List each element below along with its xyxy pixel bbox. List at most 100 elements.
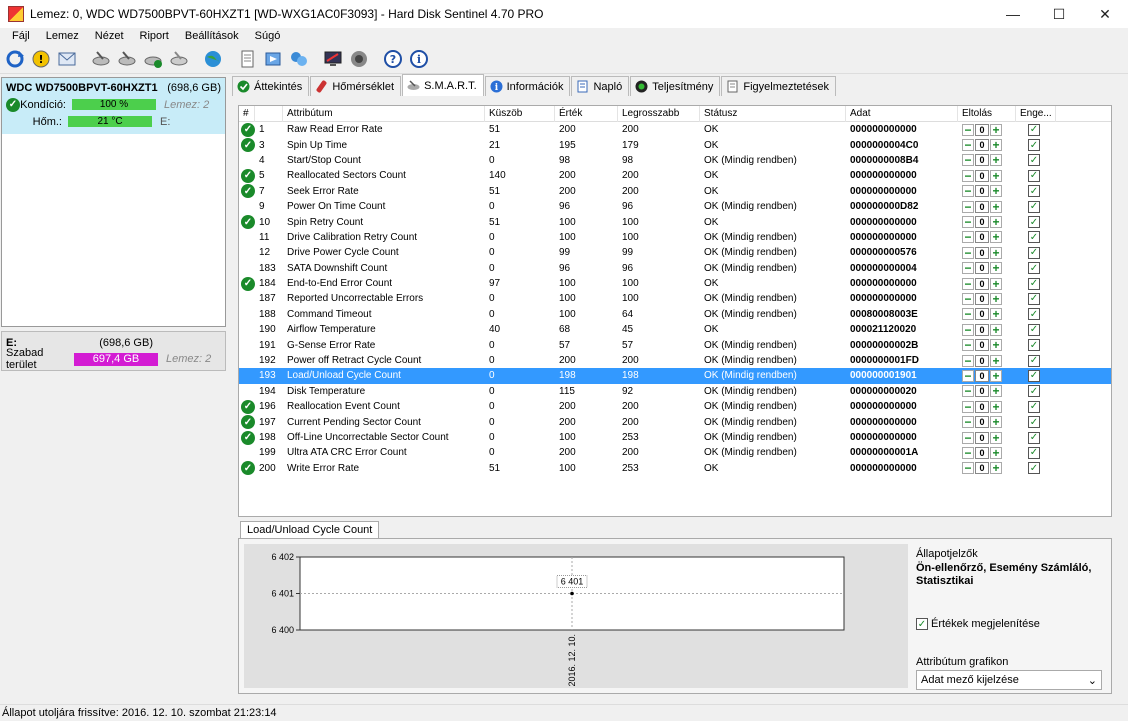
enable-checkbox[interactable]: ✓ bbox=[1028, 292, 1040, 305]
minus-icon[interactable]: − bbox=[962, 139, 974, 152]
offset-value[interactable]: 0 bbox=[975, 277, 989, 290]
offset-value[interactable]: 0 bbox=[975, 169, 989, 182]
minus-icon[interactable]: − bbox=[962, 123, 974, 136]
enable-checkbox[interactable]: ✓ bbox=[1028, 246, 1040, 259]
enable-checkbox[interactable]: ✓ bbox=[1028, 462, 1040, 475]
close-button[interactable]: ✕ bbox=[1082, 0, 1128, 28]
enable-checkbox[interactable]: ✓ bbox=[1028, 308, 1040, 321]
minus-icon[interactable]: − bbox=[962, 431, 974, 444]
minus-icon[interactable]: − bbox=[962, 185, 974, 198]
offset-value[interactable]: 0 bbox=[975, 416, 989, 429]
tab-smart[interactable]: S.M.A.R.T. bbox=[402, 74, 484, 96]
tab-performance[interactable]: Teljesítmény bbox=[630, 76, 721, 96]
refresh-icon[interactable] bbox=[3, 47, 27, 71]
plus-icon[interactable]: + bbox=[990, 262, 1002, 275]
minus-icon[interactable]: − bbox=[962, 400, 974, 413]
offset-value[interactable]: 0 bbox=[975, 446, 989, 459]
plus-icon[interactable]: + bbox=[990, 308, 1002, 321]
plus-icon[interactable]: + bbox=[990, 416, 1002, 429]
col-offset[interactable]: Eltolás bbox=[958, 106, 1016, 122]
col-value[interactable]: Érték bbox=[555, 106, 618, 122]
menu-view[interactable]: Nézet bbox=[87, 30, 132, 42]
minus-icon[interactable]: − bbox=[962, 292, 974, 305]
table-row[interactable]: ✓ 3 Spin Up Time 21 195 179 OK 0000000004C0 −0 + ✓ bbox=[239, 137, 1111, 153]
offset-value[interactable]: 0 bbox=[975, 323, 989, 336]
offset-value[interactable]: 0 bbox=[975, 308, 989, 321]
enable-checkbox[interactable]: ✓ bbox=[1028, 200, 1040, 213]
disk-repair-icon[interactable] bbox=[167, 47, 191, 71]
menu-disk[interactable]: Lemez bbox=[38, 30, 87, 42]
minus-icon[interactable]: − bbox=[962, 323, 974, 336]
enable-checkbox[interactable]: ✓ bbox=[1028, 400, 1040, 413]
table-row[interactable]: ✓ 196 Reallocation Event Count 0 200 200 OK (M… bbox=[239, 399, 1111, 414]
table-row[interactable]: ✓ 184 End-to-End Error Count 97 100 100 OK 0000… bbox=[239, 276, 1111, 291]
plus-icon[interactable]: + bbox=[990, 369, 1002, 382]
offset-value[interactable]: 0 bbox=[975, 262, 989, 275]
minus-icon[interactable]: − bbox=[962, 262, 974, 275]
minus-icon[interactable]: − bbox=[962, 216, 974, 229]
col-worst[interactable]: Legrosszabb bbox=[618, 106, 700, 122]
plus-icon[interactable]: + bbox=[990, 216, 1002, 229]
table-row[interactable]: ✓ 1 Raw Read Error Rate 51 200 200 OK 000000000… bbox=[239, 122, 1111, 137]
offset-value[interactable]: 0 bbox=[975, 431, 989, 444]
tab-temperature[interactable]: Hőmérséklet bbox=[310, 76, 402, 96]
minus-icon[interactable]: − bbox=[962, 231, 974, 244]
offset-value[interactable]: 0 bbox=[975, 385, 989, 398]
col-hash[interactable]: # bbox=[239, 106, 255, 122]
enable-checkbox[interactable]: ✓ bbox=[1028, 323, 1040, 336]
disk-ok-icon[interactable] bbox=[141, 47, 165, 71]
table-row[interactable]: 9 Power On Time Count 0 96 96 OK (Mindig rend… bbox=[239, 199, 1111, 214]
show-values-checkbox[interactable]: ✓ bbox=[916, 618, 928, 630]
plus-icon[interactable]: + bbox=[990, 185, 1002, 198]
col-attribute[interactable]: Attribútum bbox=[283, 106, 485, 122]
minus-icon[interactable]: − bbox=[962, 385, 974, 398]
enable-checkbox[interactable]: ✓ bbox=[1028, 169, 1040, 182]
table-row[interactable]: 4 Start/Stop Count 0 98 98 OK (Mindig rendben… bbox=[239, 153, 1111, 168]
plus-icon[interactable]: + bbox=[990, 246, 1002, 259]
plus-icon[interactable]: + bbox=[990, 431, 1002, 444]
offset-value[interactable]: 0 bbox=[975, 462, 989, 475]
report-icon[interactable] bbox=[235, 47, 259, 71]
plus-icon[interactable]: + bbox=[990, 446, 1002, 459]
disk-card[interactable]: WDC WD7500BPVT-60HXZT1 (698,6 GB) ✓ Kond… bbox=[1, 77, 226, 327]
info-icon[interactable]: i bbox=[407, 47, 431, 71]
col-enabled[interactable]: Enge... bbox=[1016, 106, 1056, 122]
enable-checkbox[interactable]: ✓ bbox=[1028, 446, 1040, 459]
volume-card[interactable]: E: (698,6 GB) Szabad terület 697,4 GB Le… bbox=[1, 331, 226, 371]
network-icon[interactable] bbox=[287, 47, 311, 71]
tab-alerts[interactable]: Figyelmeztetések bbox=[721, 76, 836, 96]
table-row[interactable]: ✓ 198 Off-Line Uncorrectable Sector Count 0… bbox=[239, 430, 1111, 445]
table-row[interactable]: ✓ 5 Reallocated Sectors Count 140 200 200 OK 00… bbox=[239, 168, 1111, 183]
enable-checkbox[interactable]: ✓ bbox=[1028, 123, 1040, 136]
table-row[interactable]: 187 Reported Uncorrectable Errors 0 100 100 O… bbox=[239, 291, 1111, 306]
table-row[interactable]: 192 Power off Retract Cycle Count 0 200 200 O… bbox=[239, 353, 1111, 368]
monitor-icon[interactable] bbox=[321, 47, 345, 71]
table-row[interactable]: 11 Drive Calibration Retry Count 0 100 100 OK… bbox=[239, 230, 1111, 245]
plus-icon[interactable]: + bbox=[990, 277, 1002, 290]
minus-icon[interactable]: − bbox=[962, 246, 974, 259]
offset-value[interactable]: 0 bbox=[975, 216, 989, 229]
offset-value[interactable]: 0 bbox=[975, 200, 989, 213]
disk-test-icon[interactable] bbox=[115, 47, 139, 71]
plus-icon[interactable]: + bbox=[990, 154, 1002, 167]
plus-icon[interactable]: + bbox=[990, 292, 1002, 305]
offset-value[interactable]: 0 bbox=[975, 292, 989, 305]
plus-icon[interactable]: + bbox=[990, 462, 1002, 475]
col-threshold[interactable]: Küszöb bbox=[485, 106, 555, 122]
offset-value[interactable]: 0 bbox=[975, 246, 989, 259]
plus-icon[interactable]: + bbox=[990, 231, 1002, 244]
table-row[interactable]: 199 Ultra ATA CRC Error Count 0 200 200 OK (M… bbox=[239, 445, 1111, 460]
minus-icon[interactable]: − bbox=[962, 200, 974, 213]
table-row[interactable]: 190 Airflow Temperature 40 68 45 OK 0000211200… bbox=[239, 322, 1111, 337]
speaker-icon[interactable] bbox=[347, 47, 371, 71]
minus-icon[interactable]: − bbox=[962, 354, 974, 367]
menu-settings[interactable]: Beállítások bbox=[177, 30, 247, 42]
enable-checkbox[interactable]: ✓ bbox=[1028, 431, 1040, 444]
plus-icon[interactable]: + bbox=[990, 339, 1002, 352]
minus-icon[interactable]: − bbox=[962, 416, 974, 429]
plus-icon[interactable]: + bbox=[990, 400, 1002, 413]
globe-icon[interactable] bbox=[201, 47, 225, 71]
tab-overview[interactable]: Áttekintés bbox=[232, 76, 310, 96]
offset-value[interactable]: 0 bbox=[975, 123, 989, 136]
minus-icon[interactable]: − bbox=[962, 154, 974, 167]
